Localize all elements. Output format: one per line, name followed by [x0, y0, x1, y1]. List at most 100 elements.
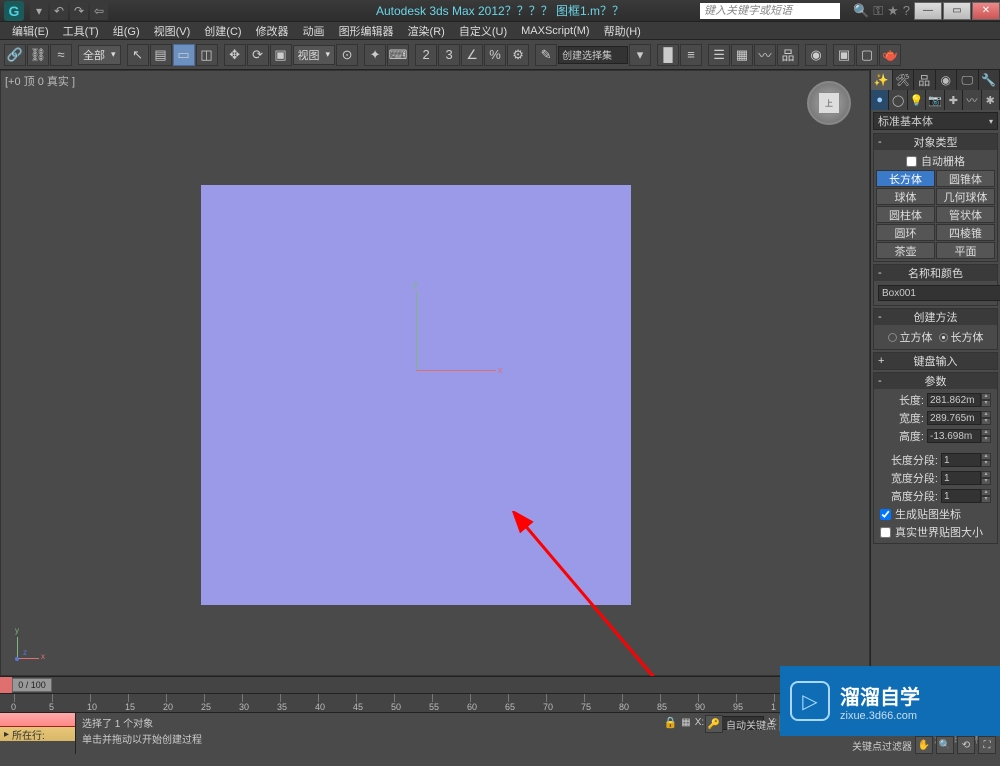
primitive-pyramid[interactable]: 四棱锥: [936, 224, 995, 241]
primitive-plane[interactable]: 平面: [936, 242, 995, 259]
spinner-buttons[interactable]: ▴▾: [981, 393, 991, 407]
iso-icon[interactable]: ▦: [681, 717, 690, 728]
menu-views[interactable]: 视图(V): [148, 22, 197, 40]
subtab-spacewarps[interactable]: 〰: [963, 90, 981, 110]
time-slider-handle[interactable]: 0 / 100: [12, 678, 52, 692]
radio-box[interactable]: 长方体: [939, 329, 984, 345]
subtab-systems[interactable]: ✱: [982, 90, 1000, 110]
pivot-icon[interactable]: ⊙: [336, 44, 358, 66]
mirror-icon[interactable]: ▐▌: [657, 44, 679, 66]
play-icon[interactable]: ▶: [862, 715, 880, 733]
nav-orbit-icon[interactable]: ⟲: [957, 736, 975, 754]
menu-help[interactable]: 帮助(H): [598, 22, 647, 40]
viewport-label[interactable]: [+0 顶 0 真实 ]: [5, 73, 75, 89]
primitive-cone[interactable]: 圆锥体: [936, 170, 995, 187]
layers-icon[interactable]: ☰: [708, 44, 730, 66]
primitive-geosphere[interactable]: 几何球体: [936, 188, 995, 205]
checkbox-icon[interactable]: [906, 156, 917, 167]
material-icon[interactable]: ◉: [805, 44, 827, 66]
selset-dd-icon[interactable]: ▾: [629, 44, 651, 66]
scale-icon[interactable]: ▣: [270, 44, 292, 66]
param-hseg-input[interactable]: [941, 489, 981, 503]
select-icon[interactable]: ↖: [127, 44, 149, 66]
checkbox-icon[interactable]: [880, 527, 891, 538]
goto-start-icon[interactable]: ⏮: [820, 715, 838, 733]
radio-cube[interactable]: 立方体: [888, 329, 933, 345]
named-selection-input[interactable]: [558, 46, 628, 64]
goto-end-icon[interactable]: ⏭: [904, 715, 922, 733]
script-output[interactable]: [0, 713, 75, 727]
spinner-buttons[interactable]: ▴▾: [981, 429, 991, 443]
key-filters-icon[interactable]: ∿: [978, 715, 996, 733]
menu-grapheditors[interactable]: 图形编辑器: [333, 22, 400, 40]
rollout-header[interactable]: -名称和颜色: [874, 265, 997, 281]
rotate-icon[interactable]: ⟳: [247, 44, 269, 66]
param-length-input[interactable]: [927, 393, 981, 407]
key-icon[interactable]: ⚿: [873, 3, 883, 19]
subtab-lights[interactable]: 💡: [908, 90, 926, 110]
subtab-helpers[interactable]: ✚: [945, 90, 963, 110]
rollout-header[interactable]: +键盘输入: [874, 353, 997, 369]
tab-motion[interactable]: ◉: [936, 70, 958, 90]
subtab-shapes[interactable]: ◯: [889, 90, 907, 110]
move-icon[interactable]: ✥: [224, 44, 246, 66]
viewcube[interactable]: 上: [807, 81, 851, 125]
keyboard-icon[interactable]: ⌨: [387, 44, 409, 66]
help-search-input[interactable]: 键入关键字或短语: [700, 3, 840, 19]
open-icon[interactable]: ↶: [50, 2, 68, 20]
y-axis[interactable]: [416, 291, 417, 371]
time-slider[interactable]: 0 / 100: [0, 677, 1000, 693]
rollout-header[interactable]: -对象类型: [874, 134, 997, 150]
primitive-tube[interactable]: 管状体: [936, 206, 995, 223]
undo-icon[interactable]: ⇦: [90, 2, 108, 20]
save-icon[interactable]: ↷: [70, 2, 88, 20]
object-name-input[interactable]: [878, 285, 1000, 301]
select-name-icon[interactable]: ▤: [150, 44, 172, 66]
menu-group[interactable]: 组(G): [107, 22, 146, 40]
setkey-button[interactable]: 设置关键点: [925, 715, 975, 733]
nav-zoom-icon[interactable]: 🔍: [936, 736, 954, 754]
param-wseg-input[interactable]: [941, 471, 981, 485]
rollout-header[interactable]: -参数: [874, 373, 997, 389]
percent-snap-icon[interactable]: %: [484, 44, 506, 66]
render-setup-icon[interactable]: ▣: [833, 44, 855, 66]
next-frame-icon[interactable]: ▶: [883, 715, 901, 733]
angle-snap-icon[interactable]: ∠: [461, 44, 483, 66]
render-icon[interactable]: 🫖: [879, 44, 901, 66]
search-icon[interactable]: 🔍: [853, 3, 869, 19]
spinner-buttons[interactable]: ▴▾: [981, 453, 991, 467]
param-width-input[interactable]: [927, 411, 981, 425]
x-axis[interactable]: [416, 370, 496, 371]
prev-frame-icon[interactable]: ◀: [841, 715, 859, 733]
close-button[interactable]: ✕: [972, 2, 1000, 20]
ref-coord-system[interactable]: 视图▾: [293, 45, 336, 65]
key-target-dropdown[interactable]: 选定对: [779, 715, 817, 731]
spinner-buttons[interactable]: ▴▾: [981, 411, 991, 425]
menu-rendering[interactable]: 渲染(R): [402, 22, 451, 40]
spinner-buttons[interactable]: ▴▾: [981, 489, 991, 503]
help-icon[interactable]: ?: [903, 3, 910, 19]
menu-create[interactable]: 创建(C): [198, 22, 247, 40]
menu-maxscript[interactable]: MAXScript(M): [515, 24, 595, 38]
primitive-torus[interactable]: 圆环: [876, 224, 935, 241]
menu-edit[interactable]: 编辑(E): [6, 22, 55, 40]
tab-display[interactable]: 🖵: [957, 70, 979, 90]
key-mode-icon[interactable]: 🔑: [705, 715, 723, 733]
spinner-buttons[interactable]: ▴▾: [981, 471, 991, 485]
tab-utilities[interactable]: 🔧: [979, 70, 1000, 90]
gen-mapping-checkbox[interactable]: 生成贴图坐标: [876, 505, 995, 523]
primitive-teapot[interactable]: 茶壶: [876, 242, 935, 259]
schematic-icon[interactable]: 品: [777, 44, 799, 66]
realworld-checkbox[interactable]: 真实世界贴图大小: [876, 523, 995, 541]
new-icon[interactable]: ▾: [30, 2, 48, 20]
snaps-2d-icon[interactable]: 2: [415, 44, 437, 66]
primitive-cylinder[interactable]: 圆柱体: [876, 206, 935, 223]
keyfilter-label[interactable]: 关键点过滤器: [852, 736, 912, 754]
param-height-input[interactable]: [927, 429, 981, 443]
app-icon[interactable]: G: [4, 1, 24, 21]
lock-icon[interactable]: 🔒: [664, 716, 678, 729]
autokey-button[interactable]: 自动关键点: [726, 715, 776, 733]
viewcube-face[interactable]: 上: [818, 92, 840, 114]
script-panel[interactable]: ▸所在行:: [0, 713, 76, 754]
minimize-button[interactable]: —: [914, 2, 942, 20]
